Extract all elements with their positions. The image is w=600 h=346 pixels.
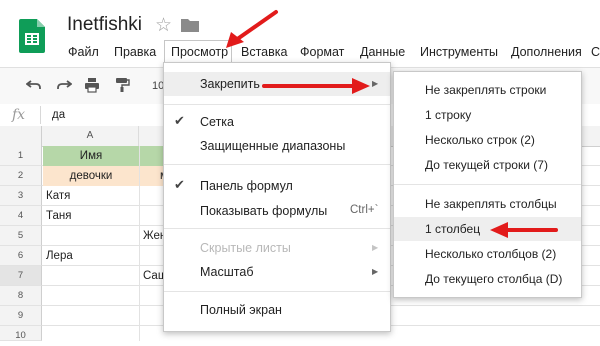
cell-b1[interactable] xyxy=(140,146,164,166)
menu-help[interactable]: С xyxy=(591,44,600,60)
row-header[interactable]: 8 xyxy=(0,286,42,306)
cell-a4[interactable]: Таня xyxy=(46,206,71,226)
submenu-arrow-icon: ▶ xyxy=(372,243,379,252)
submenu-arrow-icon: ▶ xyxy=(372,79,379,88)
row-header[interactable]: 2 xyxy=(0,166,42,186)
row-header[interactable]: 3 xyxy=(0,186,42,206)
menu-item-show-formulas[interactable]: Показывать формулы xyxy=(200,203,327,219)
menu-item-no-frozen-columns[interactable]: Не закреплять столбцы xyxy=(425,196,557,212)
divider xyxy=(40,106,41,124)
menu-item-hidden-sheets: Скрытые листы xyxy=(200,241,291,255)
column-header-a[interactable]: A xyxy=(42,126,139,146)
menu-item-no-frozen-rows[interactable]: Не закреплять строки xyxy=(425,82,546,98)
cell-a3[interactable]: Катя xyxy=(46,186,70,206)
folder-icon[interactable] xyxy=(181,18,199,32)
menu-item-formula-bar[interactable]: Панель формул xyxy=(200,178,293,194)
cell-b2[interactable]: м xyxy=(140,166,164,186)
annotation-arrow-icon xyxy=(262,78,370,94)
print-icon[interactable] xyxy=(84,77,100,93)
paint-format-icon[interactable] xyxy=(114,77,130,93)
menu-item-protected-ranges[interactable]: Защищенные диапазоны xyxy=(200,138,345,154)
checkmark-icon: ✔ xyxy=(174,177,185,192)
menu-item-freeze[interactable]: Закрепить xyxy=(200,76,260,92)
menu-separator xyxy=(394,184,581,185)
menu-separator xyxy=(164,228,390,229)
cell-b7[interactable]: Саш xyxy=(143,266,164,286)
menu-separator xyxy=(164,104,390,105)
cell-b5[interactable]: Жен xyxy=(143,226,164,246)
menu-item-up-to-column[interactable]: До текущего столбца (D) xyxy=(425,271,562,287)
cell-a1[interactable]: Имя xyxy=(43,146,139,166)
cell-a2[interactable]: девочки xyxy=(43,166,139,186)
menu-item-grid[interactable]: Сетка xyxy=(200,114,234,130)
menu-separator xyxy=(164,291,390,292)
star-icon[interactable]: ☆ xyxy=(155,14,172,37)
row-header[interactable]: 6 xyxy=(0,246,42,266)
cell-a6[interactable]: Лера xyxy=(46,246,73,266)
row-header[interactable]: 5 xyxy=(0,226,42,246)
annotation-arrow-icon xyxy=(226,10,278,48)
menu-file[interactable]: Файл xyxy=(68,44,99,60)
menu-item-full-screen[interactable]: Полный экран xyxy=(200,302,282,318)
checkmark-icon: ✔ xyxy=(174,113,185,128)
row-header[interactable]: 1 xyxy=(0,146,42,166)
shortcut-hint: Ctrl+` xyxy=(350,204,379,216)
menu-separator xyxy=(164,164,390,165)
annotation-arrow-icon xyxy=(490,222,558,238)
row-header[interactable]: 10 xyxy=(0,326,42,341)
menu-item-one-row[interactable]: 1 строку xyxy=(425,107,471,123)
formula-input[interactable]: да xyxy=(52,109,65,121)
menu-item-up-to-row[interactable]: До текущей строки (7) xyxy=(425,157,548,173)
submenu-arrow-icon: ▶ xyxy=(372,267,379,276)
redo-icon[interactable] xyxy=(56,77,73,93)
sheets-logo-icon[interactable] xyxy=(19,19,45,53)
undo-icon[interactable] xyxy=(25,77,42,93)
fx-icon: fx xyxy=(12,107,26,123)
menu-addons[interactable]: Дополнения xyxy=(511,44,582,60)
row-header[interactable]: 4 xyxy=(0,206,42,226)
row-header[interactable]: 9 xyxy=(0,306,42,326)
select-all-corner[interactable] xyxy=(0,126,42,146)
menu-tools[interactable]: Инструменты xyxy=(420,44,498,60)
menu-view[interactable]: Просмотр xyxy=(171,44,228,60)
menu-item-one-column[interactable]: 1 столбец xyxy=(425,221,480,237)
menu-format[interactable]: Формат xyxy=(300,44,344,60)
menu-item-multiple-columns[interactable]: Несколько столбцов (2) xyxy=(425,246,556,262)
doc-title[interactable]: Inetfishki xyxy=(67,14,142,36)
menu-data[interactable]: Данные xyxy=(360,44,405,60)
menu-item-zoom[interactable]: Масштаб xyxy=(200,264,253,280)
menu-edit[interactable]: Правка xyxy=(114,44,156,60)
menu-item-multiple-rows[interactable]: Несколько строк (2) xyxy=(425,132,535,148)
column-header-b[interactable] xyxy=(139,126,164,146)
row-header[interactable]: 7 xyxy=(0,266,42,286)
